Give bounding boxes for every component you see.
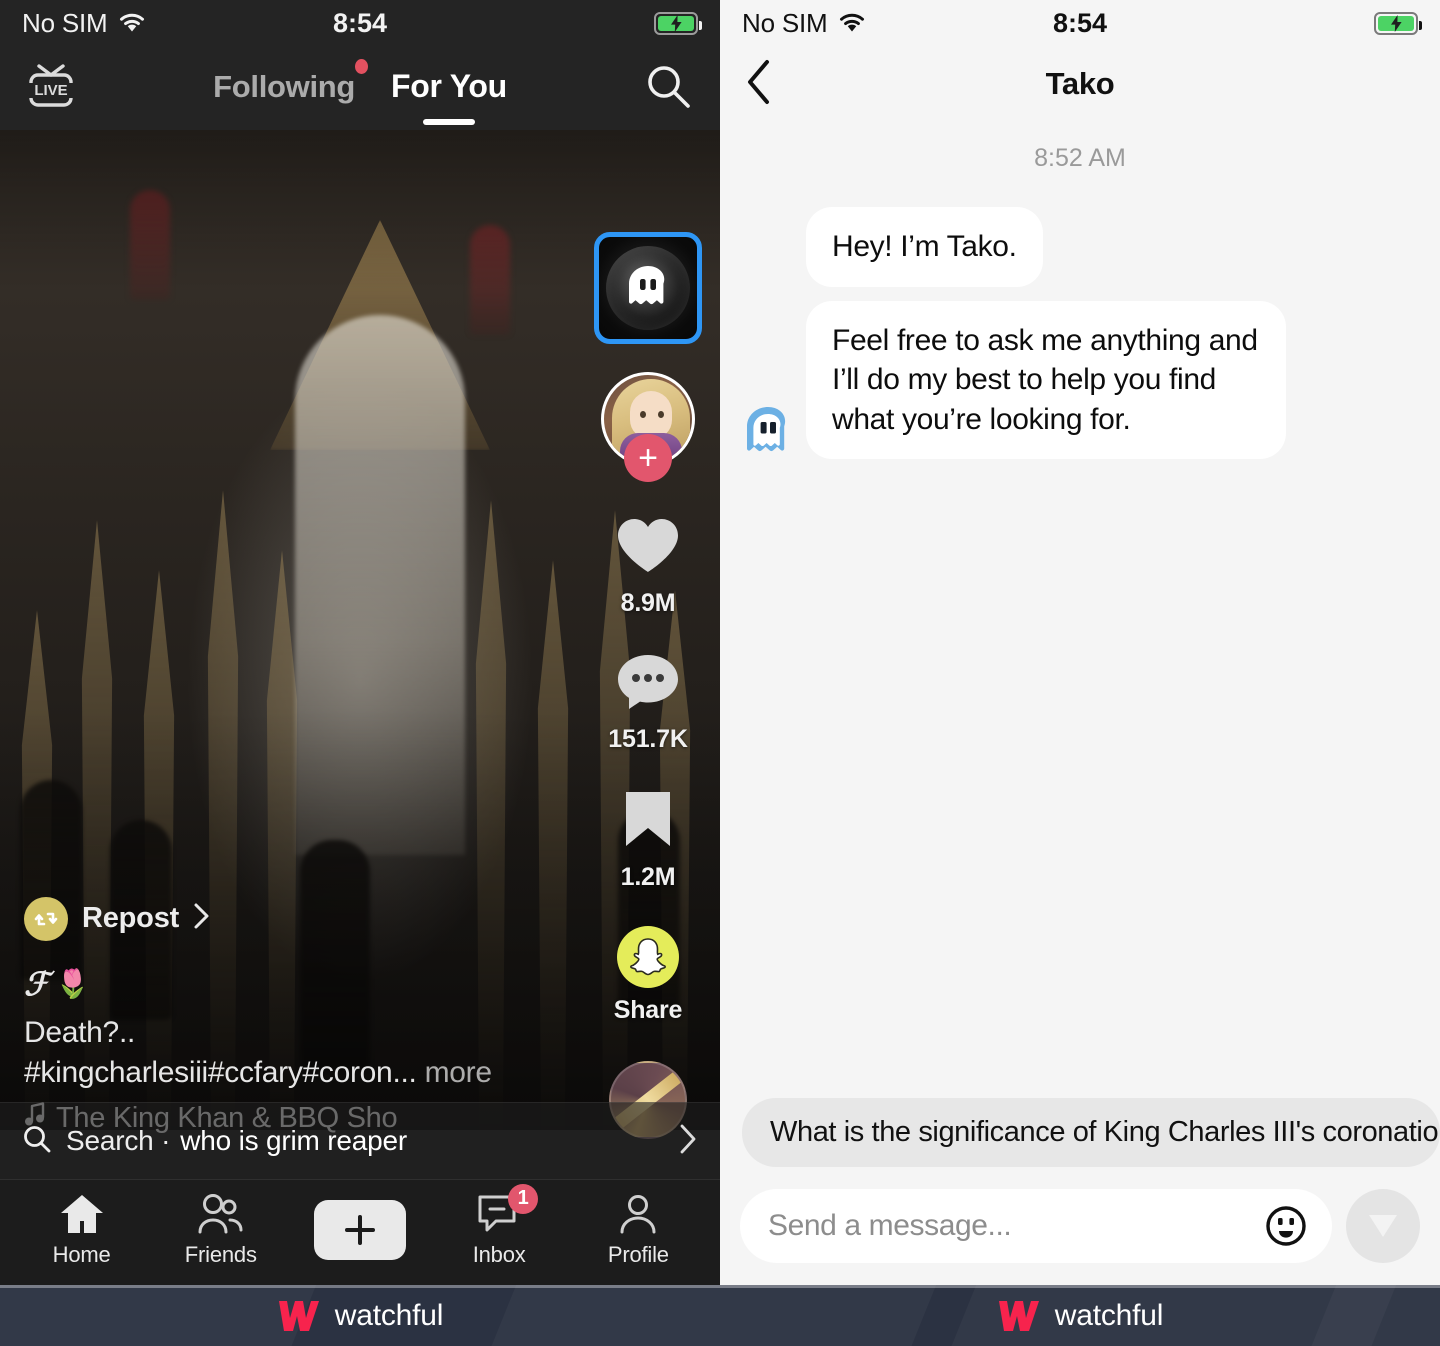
caption-line-1: Death?.. (24, 1015, 136, 1049)
suggestion-chips: What is the significance of King Charles… (742, 1098, 1440, 1167)
battery-charging-icon (654, 11, 702, 35)
watchful-brand-label: watchful (334, 1298, 444, 1332)
repost-button[interactable]: Repost (24, 896, 584, 941)
bookmark-button[interactable]: 1.2M (621, 788, 676, 892)
chat-nav-bar: Tako (720, 46, 1440, 122)
watchful-footer: watchful watchful (0, 1285, 1440, 1346)
home-icon (59, 1192, 105, 1236)
message-bubble: Hey! I’m Tako. (806, 207, 1043, 287)
tab-friends-label: Friends (184, 1241, 257, 1267)
like-count: 8.9M (620, 589, 676, 617)
clock-label: 8:54 (1052, 7, 1108, 38)
caption-hashtags: #kingcharlesiii#ccfary#coron... (24, 1055, 417, 1089)
page-title: Tako (1045, 66, 1115, 101)
message-bubble: Feel free to ask me anything and I’ll do… (806, 300, 1286, 460)
creator-avatar-button[interactable]: + (601, 372, 695, 482)
repost-label: Repost (82, 902, 180, 935)
message-input-wrapper[interactable]: Send a message... (740, 1189, 1332, 1263)
search-label: Search · (66, 1125, 171, 1156)
tab-profile[interactable]: Profile (583, 1192, 693, 1268)
status-right (1374, 11, 1422, 35)
footer-brand-right: watchful (720, 1285, 1440, 1346)
watchful-logo-icon (277, 1299, 319, 1333)
tako-chat-panel: No SIM 8:54 Tako 8:52 AM Hey! I’m Tako. … (720, 0, 1440, 1285)
create-plus-icon[interactable] (305, 1199, 414, 1260)
handle-emoji: 🌷 (55, 968, 91, 1000)
snapchat-icon (616, 926, 679, 988)
bottom-tab-bar: Home Friends 1 Inbox Profile (0, 1180, 720, 1285)
suggestion-chip[interactable]: What is the significance of King Charles… (742, 1098, 1440, 1167)
creator-handle[interactable]: ℱ 🌷 (24, 965, 584, 1003)
inbox-badge: 1 (508, 1183, 539, 1214)
watchful-logo-icon (997, 1299, 1039, 1333)
repost-icon (24, 896, 68, 941)
status-right (654, 11, 702, 35)
watchful-brand-label: watchful (1054, 1298, 1164, 1332)
search-query: who is grim reaper (180, 1125, 407, 1156)
like-button[interactable]: 8.9M (615, 516, 681, 618)
search-icon (22, 1124, 52, 1159)
tab-for-you[interactable]: For You (391, 68, 507, 109)
send-arrow-icon (1365, 1206, 1401, 1247)
comment-button[interactable]: 151.7K (608, 652, 688, 754)
share-label: Share (613, 996, 683, 1024)
caption-more-link[interactable]: more (425, 1056, 492, 1089)
tab-profile-label: Profile (607, 1241, 669, 1267)
send-button[interactable] (1346, 1189, 1420, 1263)
chat-timestamp: 8:52 AM (1034, 144, 1126, 172)
feed-tabs: Following For You (0, 58, 720, 109)
comment-icon (616, 652, 680, 717)
profile-icon (617, 1192, 659, 1236)
friends-icon (196, 1192, 246, 1236)
follow-button[interactable]: + (624, 434, 672, 482)
heart-icon (615, 516, 681, 581)
tab-create[interactable] (305, 1199, 415, 1260)
comment-count: 151.7K (608, 725, 688, 753)
tako-ghost-icon (742, 405, 794, 455)
footer-brand-left: watchful (0, 1285, 720, 1346)
screenshot-stage: No SIM 8:54 LIVE Following For You + 8.9… (0, 0, 1440, 1346)
tab-inbox[interactable]: 1 Inbox (444, 1183, 554, 1268)
message-composer: Send a message... (720, 1167, 1440, 1285)
tako-ghost-icon (624, 264, 672, 313)
message-input-placeholder: Send a message... (768, 1209, 1012, 1242)
action-rail: + 8.9M 151.7K 1.2M Share (590, 232, 706, 1139)
search-suggestion-bar[interactable]: Search · who is grim reaper (0, 1102, 720, 1180)
chat-message-list: 8:52 AM Hey! I’m Tako. Feel free to ask … (720, 122, 1440, 1110)
tab-home[interactable]: Home (27, 1192, 137, 1268)
tab-following-label: Following (213, 68, 356, 104)
bookmark-count: 1.2M (620, 863, 676, 891)
battery-charging-icon (1374, 11, 1422, 35)
share-button[interactable]: Share (614, 926, 682, 1025)
tab-inbox-label: Inbox (472, 1241, 526, 1267)
tiktok-feed-panel: No SIM 8:54 LIVE Following For You + 8.9… (0, 0, 720, 1285)
smiley-icon[interactable] (1264, 1204, 1308, 1248)
message-row: Hey! I’m Tako. (720, 207, 1440, 287)
tako-assistant-button[interactable] (594, 232, 702, 344)
clock-label: 8:54 (332, 7, 388, 38)
tab-home-label: Home (52, 1241, 111, 1267)
status-bar-left: No SIM 8:54 (0, 0, 720, 46)
bookmark-icon (622, 788, 674, 855)
caption-hashtags-row[interactable]: #kingcharlesiii#ccfary#coron... more (24, 1053, 584, 1093)
notification-dot (355, 58, 369, 74)
chevron-right-icon (678, 1123, 698, 1160)
status-bar-right: No SIM 8:54 (720, 0, 1440, 46)
message-row: Feel free to ask me anything and I’ll do… (720, 300, 1440, 460)
tab-friends[interactable]: Friends (166, 1192, 276, 1268)
tab-following[interactable]: Following (213, 58, 369, 109)
video-caption: Repost ℱ 🌷 Death?.. #kingcharlesiii#ccfa… (24, 896, 584, 1135)
chevron-right-icon (193, 902, 211, 935)
tab-for-you-label: For You (391, 67, 507, 104)
feed-top-nav: LIVE Following For You (0, 46, 720, 130)
handle-text: ℱ (24, 965, 50, 1002)
